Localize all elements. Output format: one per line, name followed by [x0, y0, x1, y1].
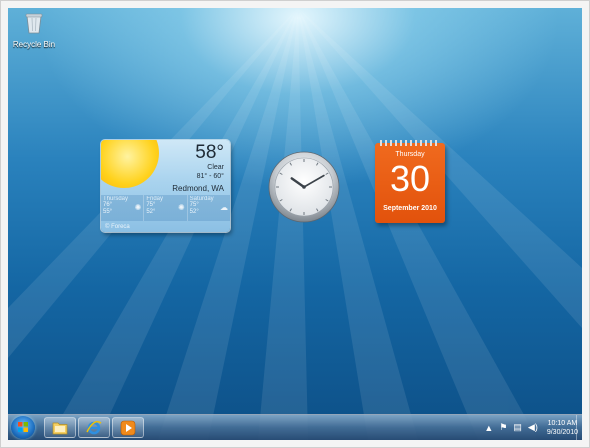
clock-gadget[interactable] [268, 151, 340, 223]
network-icon[interactable]: ▤ [513, 422, 522, 433]
forecast-day: Friday 75° 52° ✺ [144, 195, 188, 221]
calendar-rings [380, 140, 440, 146]
start-button[interactable] [11, 416, 35, 439]
taskbar-date: 9/30/2010 [546, 428, 578, 436]
forecast-strip: Thursday 76° 55° ✺ Friday 75° 52° ✺ Satu… [101, 195, 230, 221]
calendar-month-year: September 2010 [383, 205, 437, 212]
folder-icon [52, 422, 68, 434]
recycle-bin-icon [25, 13, 43, 34]
volume-icon[interactable]: ◀) [528, 422, 538, 433]
clock-center [302, 185, 306, 189]
recycle-bin-desktop-icon[interactable]: Recycle Bin [12, 12, 56, 49]
windows-logo-icon [18, 422, 28, 432]
desktop[interactable]: Recycle Bin 58° Clear 81° - 60° Redmond,… [8, 8, 582, 440]
notification-area: ▲ ⚑ ▤ ◀) 10:10 AM 9/30/2010 [481, 417, 578, 438]
play-icon [120, 420, 136, 435]
calendar-gadget[interactable]: Thursday 30 September 2010 [375, 140, 445, 223]
weather-gadget[interactable]: 58° Clear 81° - 60° Redmond, WA Thursday… [101, 140, 230, 232]
ie-icon [86, 420, 102, 434]
location-label: Redmond, WA [172, 184, 224, 193]
sun-icon [101, 140, 159, 188]
sun-icon: ✺ [177, 203, 185, 212]
taskbar-explorer-button[interactable] [44, 417, 76, 438]
current-condition: Clear [207, 164, 224, 171]
screenshot-frame: Recycle Bin 58° Clear 81° - 60° Redmond,… [0, 0, 590, 448]
current-temperature: 58° [195, 142, 224, 163]
forecast-day-name: Saturday [189, 196, 214, 202]
calendar-day: 30 [389, 158, 431, 199]
show-desktop-button[interactable] [576, 415, 582, 440]
taskbar-clock[interactable]: 10:10 AM 9/30/2010 [547, 419, 578, 437]
forecast-day-name: Thursday [103, 196, 129, 202]
sun-icon: ✺ [134, 203, 142, 212]
taskbar-media-player-button[interactable] [112, 417, 144, 438]
temperature-range: 81° - 60° [196, 173, 224, 180]
taskbar: ▲ ⚑ ▤ ◀) 10:10 AM 9/30/2010 [8, 414, 582, 440]
forecast-day: Saturday 75° 52° ☁ [188, 195, 230, 221]
light-rays [8, 8, 582, 440]
taskbar-time: 10:10 AM [547, 419, 578, 427]
partly-cloudy-icon: ☁ [219, 203, 228, 212]
weather-credit[interactable]: © Foreca [105, 224, 130, 230]
forecast-day-name: Friday [146, 196, 163, 202]
show-hidden-icons-icon[interactable]: ▲ [484, 423, 493, 433]
forecast-day: Thursday 76° 55° ✺ [101, 195, 145, 221]
action-center-flag-icon[interactable]: ⚑ [499, 422, 507, 433]
taskbar-internet-explorer-button[interactable] [78, 417, 110, 438]
recycle-bin-label: Recycle Bin [12, 40, 56, 49]
